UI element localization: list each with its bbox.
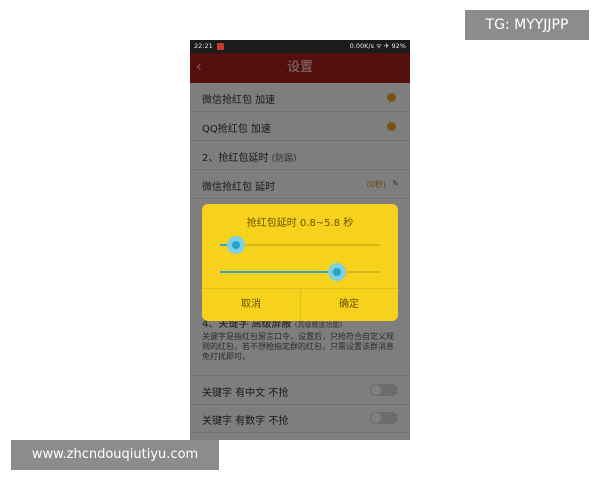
notification-icon [217,43,224,50]
status-time: 22:21 [194,42,213,50]
slider-fill [220,271,337,273]
slider-thumb[interactable] [327,263,346,281]
cancel-button[interactable]: 取消 [202,289,300,321]
watermark-tg: TG: MYYJJPP [465,10,589,40]
dialog-title: 抢红包延时 0.8~5.8 秒 [246,218,354,229]
phone-screen: 22:21 0.00K/s ᯤ ✈ 92% ‹ 设置 微信抢红包 加速 QQ抢红… [190,40,410,440]
status-bar: 22:21 0.00K/s ᯤ ✈ 92% [190,40,410,53]
slider-thumb[interactable] [227,236,245,254]
delay-dialog: 抢红包延时 0.8~5.8 秒 取消 确定 [202,204,398,321]
status-indicators: 0.00K/s ᯤ ✈ 92% [349,42,406,50]
min-delay-slider[interactable] [220,236,380,254]
max-delay-slider[interactable] [220,263,380,281]
confirm-button[interactable]: 确定 [300,289,398,321]
watermark-url: www.zhcndouqiutiyu.com [11,440,219,470]
